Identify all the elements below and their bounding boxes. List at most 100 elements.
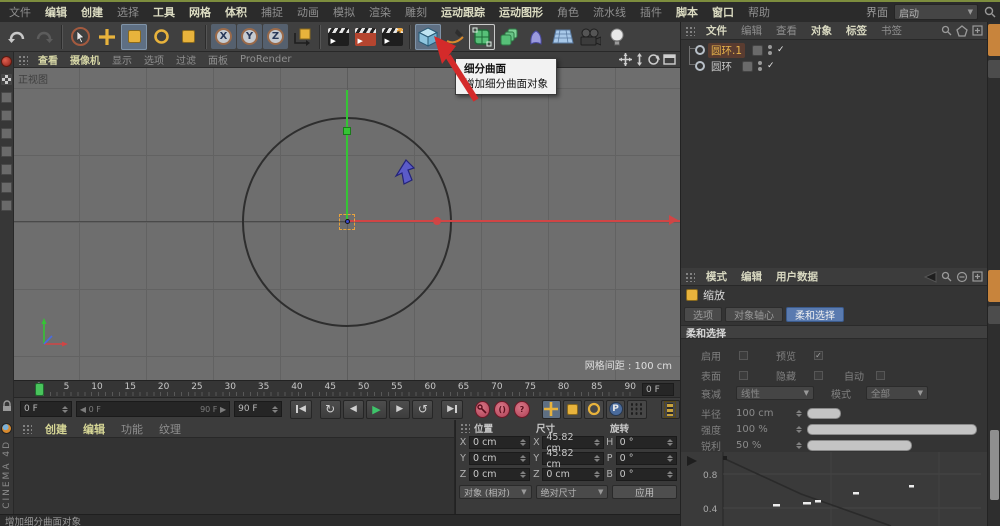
material-menu-item[interactable]: 纹理 [152,421,188,437]
axis-lock-button[interactable]: Y [237,24,262,49]
menu-item[interactable]: 动画 [290,4,326,20]
attribute-menu-item[interactable]: 编辑 [734,269,769,284]
autokey-button[interactable]: () [494,400,511,418]
object-menu-item[interactable]: 编辑 [734,23,769,38]
panel-grip-icon[interactable] [22,423,32,434]
stepper-icon[interactable] [793,425,802,433]
phong-tag-icon[interactable] [742,60,753,72]
key-scale-button[interactable] [563,399,583,419]
material-mode-icon[interactable] [1,56,12,67]
preview-checkbox[interactable]: ✓ [814,350,823,360]
subdivision-surface-button[interactable] [469,23,495,50]
move-tool-button[interactable] [94,24,120,50]
viewport-menu-item[interactable]: 摄像机 [64,52,106,67]
pos-field[interactable]: 0 cm [469,468,531,481]
menu-item[interactable]: 角色 [550,4,586,20]
panel-grip-icon[interactable] [685,271,695,282]
next-frame-button[interactable]: ▶ [389,399,411,419]
stepper-icon[interactable] [793,441,802,449]
stepper-icon[interactable] [59,405,68,413]
viewport-menu-item[interactable]: 选项 [138,52,170,67]
attribute-layout-tab[interactable] [988,306,1000,324]
object-menu-item[interactable]: 书签 [874,23,909,38]
menu-item[interactable]: 网格 [182,4,218,20]
auto-checkbox[interactable] [876,370,885,380]
stepper-icon[interactable] [664,471,673,478]
lock-icon[interactable] [2,400,12,412]
search-icon[interactable] [941,25,952,36]
object-menu-item[interactable]: 标签 [839,23,874,38]
pos-field[interactable]: 0 cm [469,436,531,449]
material-menu-item[interactable]: 创建 [38,421,74,437]
rot-field[interactable]: 0 ° [615,468,677,481]
redo-button[interactable] [31,24,57,50]
model-mode-icon[interactable] [1,92,12,103]
strength-value[interactable]: 100 % [736,424,768,435]
enabled-check-icon[interactable]: ✓ [767,61,775,71]
object-name[interactable]: 圆环.1 [708,42,746,58]
search-icon[interactable] [941,271,952,282]
key-parameter-button[interactable]: P [605,399,626,419]
timeline-playhead[interactable] [35,383,44,396]
key-pla-button[interactable] [627,399,647,419]
menu-item[interactable]: 选择 [110,4,146,20]
attribute-tab[interactable]: 柔和选择 [786,307,844,322]
visibility-dots-icon[interactable] [758,61,762,71]
add-primitive-button[interactable] [415,23,441,50]
pos-field[interactable]: 0 cm [469,452,531,465]
edges-mode-icon[interactable] [1,146,12,157]
play-backwards-loop-button[interactable]: ↻ [319,399,341,419]
axis-lock-button[interactable]: X [211,24,236,49]
toggle-view-icon[interactable] [663,54,676,65]
add-layer-icon[interactable] [972,25,983,36]
stepper-icon[interactable] [517,439,527,446]
viewport-menu-item[interactable]: 查看 [32,52,64,67]
viewport-canvas[interactable]: 正视图 网格间距 : 100 cm [14,68,680,380]
object-menu-item[interactable]: 查看 [769,23,804,38]
menu-item[interactable]: 文件 [2,4,38,20]
attribute-menu-item[interactable]: 模式 [699,269,734,284]
stepper-icon[interactable] [591,455,600,462]
coordinate-system-button[interactable] [289,24,315,50]
x-axis-scale-handle[interactable] [433,217,441,225]
attribute-menu-item[interactable]: 用户数据 [769,269,825,284]
pan-view-icon[interactable] [619,53,632,66]
timeline-window-button[interactable] [660,399,680,419]
falloff-curve-graph[interactable]: 0.8 0.4 [681,452,987,526]
menu-item[interactable]: 流水线 [586,4,633,20]
sharpness-slider[interactable] [807,439,912,451]
polygons-mode-icon[interactable] [1,164,12,175]
animation-mode-icon[interactable] [1,182,12,193]
scrollbar-thumb[interactable] [990,430,999,500]
render-view-button[interactable]: ▶ [325,24,351,50]
axis-lock-button[interactable]: Z [263,24,288,49]
attribute-layout-tab-active[interactable] [988,270,1000,302]
sharpness-value[interactable]: 50 % [736,440,761,451]
scale-tool-button[interactable] [121,23,147,50]
new-panel-icon[interactable] [972,271,983,282]
enabled-check-icon[interactable]: ✓ [777,45,785,55]
menu-item[interactable]: 工具 [146,4,182,20]
layout-select[interactable]: 启动 ▼ [894,4,978,20]
panel-grip-icon[interactable] [460,422,470,433]
keyframe-selection-button[interactable]: ? [514,400,530,418]
lock-circle-icon[interactable] [956,271,968,283]
play-button[interactable]: ▶ [365,399,388,419]
object-mode-icon[interactable] [1,110,12,121]
stepper-icon[interactable] [269,405,279,413]
layout-tab[interactable] [988,60,1000,78]
attribute-tab[interactable]: 选项 [684,307,722,322]
size-field[interactable]: 45.82 cm [542,448,604,470]
render-picture-viewer-button[interactable]: ▶ [352,24,378,50]
strength-slider[interactable] [807,423,977,435]
goto-start-button[interactable]: ◀ [290,399,312,419]
stepper-icon[interactable] [591,439,600,446]
object-menu-item[interactable]: 文件 [699,23,734,38]
menu-item[interactable]: 捕捉 [254,4,290,20]
viewport-menu-item[interactable]: 面板 [202,52,234,67]
menu-item[interactable]: 创建 [74,4,110,20]
history-back-icon[interactable] [923,270,937,283]
menu-item[interactable]: 渲染 [362,4,398,20]
radius-swatch[interactable] [807,407,841,419]
search-icon[interactable] [984,6,996,18]
